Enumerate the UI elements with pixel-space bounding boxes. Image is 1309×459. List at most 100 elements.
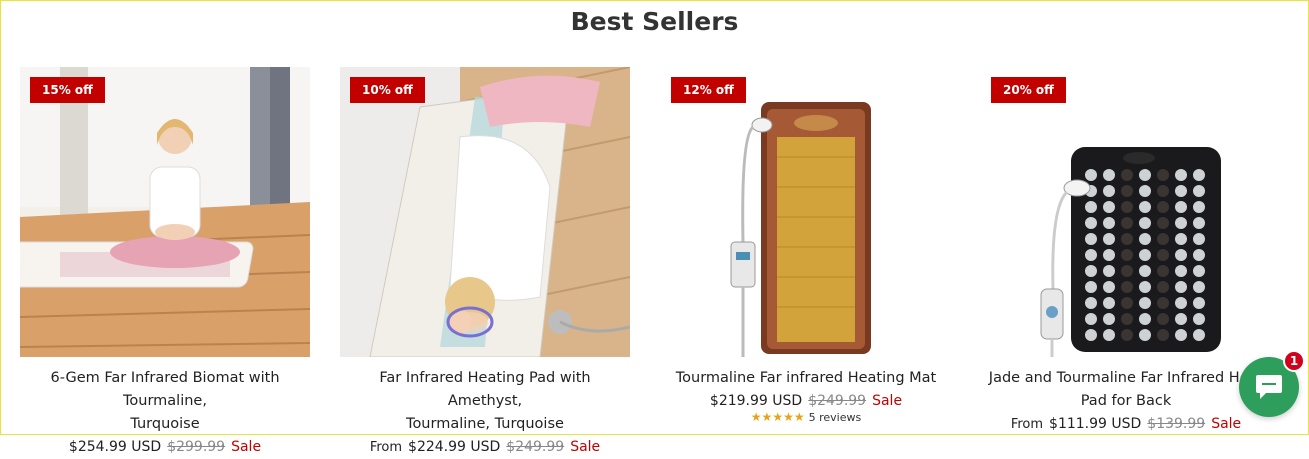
woman-lying-on-heating-pad-image	[340, 67, 630, 357]
jade-stone	[1121, 281, 1133, 293]
jade-stone	[1157, 249, 1169, 261]
jade-stone	[1085, 201, 1097, 213]
product-image[interactable]: 20% off	[981, 67, 1271, 357]
jade-stone	[1085, 297, 1097, 309]
compare-price: $299.99	[167, 439, 226, 455]
jade-stone	[1139, 297, 1151, 309]
compare-price: $139.99	[1147, 416, 1206, 432]
product-title-line[interactable]: Jade and Tourmaline Far Infrared Heat	[981, 367, 1271, 390]
product-title-line[interactable]: Turquoise	[20, 413, 310, 436]
discount-badge: 12% off	[671, 77, 746, 103]
jade-stone	[1121, 185, 1133, 197]
from-label: From	[1010, 417, 1044, 432]
tourmaline-heating-mat-image	[661, 67, 951, 357]
rating-row[interactable]: ★★★★★ 5 reviews	[661, 410, 951, 424]
review-count[interactable]: 5 reviews	[809, 411, 862, 424]
price-row: $219.99 USD $249.99 Sale	[661, 390, 951, 412]
jade-stone	[1121, 297, 1133, 309]
jade-stone	[1103, 249, 1115, 261]
product-card[interactable]: 12% off Tourmaline Far infrared Heating …	[661, 67, 951, 424]
jade-stone	[1193, 313, 1205, 325]
product-title-line[interactable]: Far Infrared Heating Pad with Amethyst,	[340, 367, 630, 413]
product-card[interactable]: 10% off Far Infrared Heating Pad with Am…	[340, 67, 630, 459]
jade-stone	[1193, 249, 1205, 261]
jade-stone	[1157, 233, 1169, 245]
product-image[interactable]: 12% off	[661, 67, 951, 357]
jade-stone	[1103, 265, 1115, 277]
from-label: From	[369, 440, 403, 455]
sale-label: Sale	[570, 439, 601, 455]
product-image[interactable]: 10% off	[340, 67, 630, 357]
product-title[interactable]: Tourmaline Far infrared Heating Mat	[661, 367, 951, 390]
jade-stone	[1139, 313, 1151, 325]
jade-stone	[1175, 265, 1187, 277]
woman-meditating-on-biomat-image	[20, 67, 310, 357]
jade-stone	[1175, 313, 1187, 325]
jade-stone	[1139, 281, 1151, 293]
chat-bubble-icon	[1256, 375, 1282, 399]
discount-badge: 15% off	[30, 77, 105, 103]
jade-stone	[1121, 265, 1133, 277]
jade-stone	[1175, 233, 1187, 245]
product-title-line[interactable]: 6-Gem Far Infrared Biomat with Tourmalin…	[20, 367, 310, 413]
jade-stone	[1175, 217, 1187, 229]
jade-stone	[1175, 297, 1187, 309]
jade-stone	[1085, 281, 1097, 293]
jade-stone	[1193, 201, 1205, 213]
jade-stone	[1193, 185, 1205, 197]
sale-label: Sale	[872, 393, 903, 409]
product-title[interactable]: 6-Gem Far Infrared Biomat with Tourmalin…	[20, 367, 310, 436]
price: $111.99 USD	[1049, 416, 1142, 432]
product-title-line[interactable]: Pad for Back	[981, 390, 1271, 413]
jade-stone	[1157, 265, 1169, 277]
jade-stone	[1139, 201, 1151, 213]
jade-stone	[1085, 313, 1097, 325]
star-rating-icon: ★★★★★	[750, 410, 805, 424]
jade-stone	[1139, 249, 1151, 261]
price-row: $254.99 USD $299.99 Sale	[20, 436, 310, 458]
jade-stone	[1085, 233, 1097, 245]
jade-stone	[1085, 329, 1097, 341]
product-title-line[interactable]: Tourmaline Far infrared Heating Mat	[661, 367, 951, 390]
jade-stone	[1085, 249, 1097, 261]
price: $254.99 USD	[68, 439, 162, 455]
jade-stone	[1085, 169, 1097, 181]
product-image[interactable]: 15% off	[20, 67, 310, 357]
chat-unread-badge: 1	[1283, 350, 1305, 372]
compare-price: $249.99	[506, 439, 565, 455]
jade-stone	[1139, 329, 1151, 341]
jade-stone	[1157, 217, 1169, 229]
jade-stone	[1157, 201, 1169, 213]
jade-stone	[1193, 233, 1205, 245]
jade-stone	[1121, 329, 1133, 341]
jade-stone	[1193, 169, 1205, 181]
jade-stone	[1103, 233, 1115, 245]
price-row: From $111.99 USD $139.99 Sale	[981, 413, 1271, 436]
jade-stone	[1193, 265, 1205, 277]
jade-heating-pad-image	[981, 67, 1271, 357]
jade-stone	[1193, 297, 1205, 309]
jade-stone	[1157, 313, 1169, 325]
jade-stone	[1139, 169, 1151, 181]
section-title: Best Sellers	[570, 7, 739, 36]
product-title[interactable]: Far Infrared Heating Pad with Amethyst, …	[340, 367, 630, 436]
jade-stone	[1103, 297, 1115, 309]
product-card[interactable]: 20% off Jade and Tourmaline Far Infrared…	[981, 67, 1271, 436]
jade-stone	[1175, 329, 1187, 341]
jade-stone	[1103, 313, 1115, 325]
jade-stone	[1103, 217, 1115, 229]
jade-stone	[1103, 329, 1115, 341]
discount-badge: 10% off	[350, 77, 425, 103]
discount-badge: 20% off	[991, 77, 1066, 103]
jade-stone	[1175, 249, 1187, 261]
jade-stone	[1139, 185, 1151, 197]
jade-stone	[1121, 217, 1133, 229]
jade-stone	[1121, 313, 1133, 325]
product-card[interactable]: 15% off 6-Gem Far Infrared Biomat with T…	[20, 67, 310, 458]
jade-stone	[1193, 217, 1205, 229]
jade-stone	[1139, 217, 1151, 229]
product-title[interactable]: Jade and Tourmaline Far Infrared Heat Pa…	[981, 367, 1271, 413]
sale-label: Sale	[231, 439, 262, 455]
product-title-line[interactable]: Tourmaline, Turquoise	[340, 413, 630, 436]
price: $219.99 USD	[709, 393, 803, 409]
